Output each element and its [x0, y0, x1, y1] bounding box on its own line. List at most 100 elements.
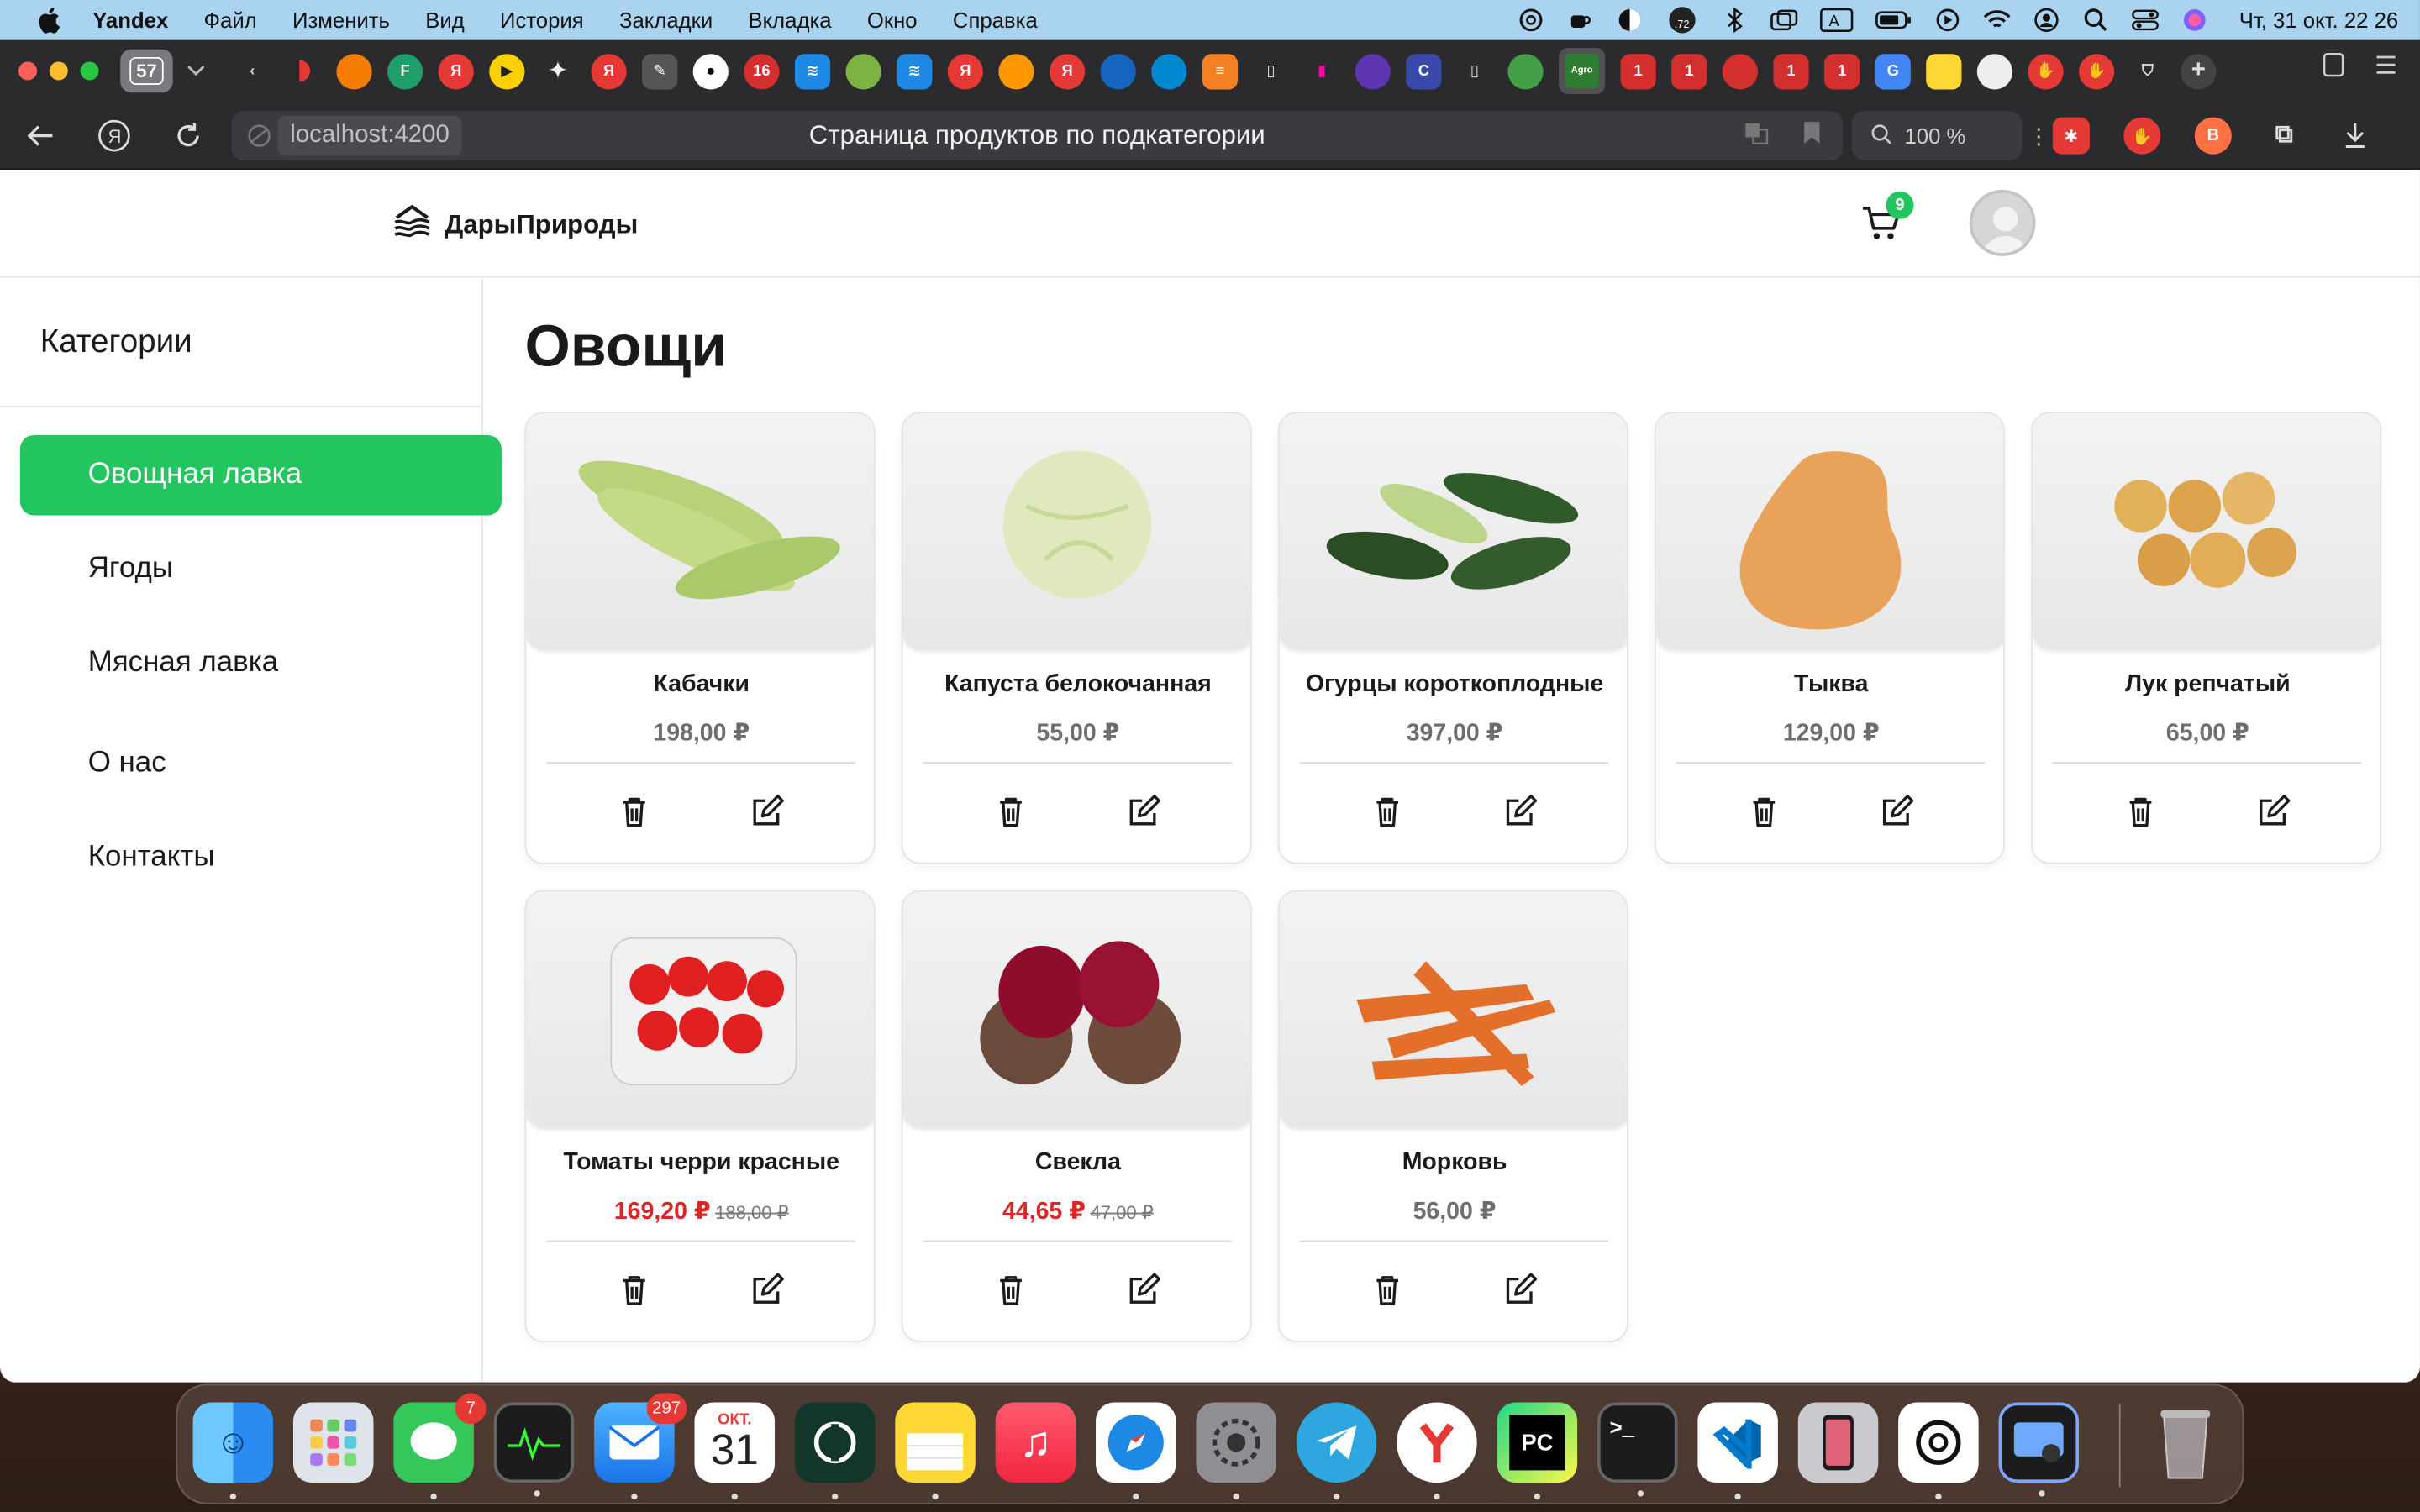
tab-count-button[interactable]: 57 [120, 49, 173, 93]
terminal-icon[interactable]: >_ [1597, 1402, 1678, 1497]
tab-favicon-green[interactable] [845, 53, 881, 89]
chatgpt-status-icon[interactable] [1517, 8, 1544, 32]
translate-icon[interactable] [1744, 119, 1769, 152]
wifi-icon[interactable] [1983, 8, 2011, 32]
tab-favicon-hand-2[interactable]: ✋ [2079, 53, 2115, 89]
tab-favicon-play[interactable]: ▶ [489, 53, 525, 89]
extension-hand-icon[interactable]: ✋ [2123, 117, 2161, 155]
launchpad-icon[interactable] [292, 1402, 374, 1483]
cpu-meter-icon[interactable]: .72 [1665, 7, 1698, 34]
tab-favicon-yandex-2[interactable]: Я [591, 53, 627, 89]
bookmark-icon[interactable] [1802, 119, 1821, 152]
product-card[interactable]: Томаты черри красные 169,20 ₽188,00 ₽ [524, 890, 876, 1342]
tab-favicon-pen[interactable]: ✎ [642, 53, 678, 89]
tab-favicon-lime[interactable] [1507, 53, 1544, 89]
edit-icon[interactable] [750, 795, 784, 828]
product-image-cucumbers[interactable] [1279, 413, 1627, 650]
coffee-status-icon[interactable] [1566, 8, 1594, 32]
menu-edit[interactable]: Изменить [292, 8, 390, 32]
tab-favicon-crown[interactable] [336, 53, 372, 89]
more-options-icon[interactable]: ⋮ [2028, 123, 2049, 149]
extension-bug-icon[interactable]: ✱ [2052, 117, 2090, 155]
tab-favicon-doc-2[interactable]: ▯ [1457, 53, 1492, 88]
perplexity-icon[interactable] [794, 1402, 876, 1500]
notes-icon[interactable] [895, 1402, 976, 1500]
tab-favicon-yandex-1[interactable]: Я [438, 53, 474, 89]
contrast-status-icon[interactable] [1616, 8, 1644, 32]
menu-app-name[interactable]: Yandex [92, 8, 168, 32]
zoom-window-button[interactable] [80, 61, 99, 81]
sidebar-item-about[interactable]: О нас [20, 723, 502, 804]
product-card[interactable]: Свекла 44,65 ₽47,00 ₽ [901, 890, 1252, 1342]
tab-favicon-sparkle[interactable]: ✦ [540, 53, 576, 88]
edit-icon[interactable] [1880, 795, 1914, 828]
tab-active-agro[interactable]: Agro [1559, 47, 1606, 95]
product-card[interactable]: Морковь 56,00 ₽ [1277, 890, 1628, 1342]
trash-icon[interactable] [1370, 1273, 1404, 1306]
control-center-icon[interactable] [2131, 8, 2159, 32]
edit-icon[interactable] [1127, 795, 1161, 828]
sidebar-menu-icon[interactable] [2374, 52, 2398, 85]
mail-icon[interactable]: 297 [594, 1393, 687, 1500]
tab-favicon-c[interactable]: C [1406, 53, 1442, 89]
product-name[interactable]: Томаты черри красные [526, 1149, 873, 1177]
tab-favicon-doc-1[interactable]: ▯ [1253, 53, 1288, 88]
trash-icon[interactable] [1747, 795, 1781, 828]
tab-favicon-image[interactable] [1926, 53, 1962, 89]
tab-favicon-orange[interactable] [998, 53, 1034, 89]
iphone-mirroring-icon[interactable] [1797, 1402, 1879, 1483]
edit-icon[interactable] [750, 1273, 784, 1306]
siri-icon[interactable] [2181, 8, 2208, 32]
product-name[interactable]: Тыква [1656, 671, 2003, 699]
product-card[interactable]: Тыква 129,00 ₽ [1654, 412, 2005, 864]
zoom-control[interactable]: 100 % ⋮ [1852, 111, 2049, 161]
screen-sharing-icon[interactable] [1998, 1402, 2080, 1497]
menu-tab[interactable]: Вкладка [748, 8, 831, 32]
sidebar-item-meat-shop[interactable]: Мясная лавка [20, 623, 502, 704]
product-name[interactable]: Морковь [1280, 1149, 1627, 1177]
now-playing-icon[interactable] [1933, 8, 1961, 32]
product-image-beetroot[interactable] [902, 891, 1250, 1128]
product-card[interactable]: Кабачки 198,00 ₽ [524, 412, 876, 864]
music-icon[interactable]: ♫ [995, 1402, 1076, 1483]
trash-icon[interactable] [994, 1273, 1028, 1306]
chatgpt-icon[interactable] [1898, 1402, 1979, 1500]
trash-icon[interactable] [2123, 795, 2157, 828]
menu-bookmarks[interactable]: Закладки [619, 8, 713, 32]
product-image-zucchini[interactable] [526, 413, 874, 650]
bluetooth-icon[interactable] [1721, 8, 1749, 33]
sidebar-item-vegetable-shop[interactable]: Овощная лавка [19, 434, 502, 516]
product-image-cabbage[interactable] [902, 413, 1250, 650]
trash-icon[interactable] [618, 1273, 651, 1306]
spotlight-search-icon[interactable] [2081, 8, 2109, 32]
menu-window[interactable]: Окно [867, 8, 918, 32]
menubar-clock[interactable]: Чт, 31 окт. 22 26 [2239, 8, 2399, 32]
minimize-window-button[interactable] [49, 61, 68, 81]
user-account-icon[interactable] [2033, 8, 2060, 33]
url-field[interactable]: localhost:4200 Страница продуктов по под… [231, 111, 1844, 161]
tab-favicon-badge-3[interactable]: 1 [1773, 53, 1809, 89]
product-image-pumpkin[interactable] [1655, 413, 2004, 650]
close-window-button[interactable] [18, 61, 38, 81]
telegram-icon[interactable] [1296, 1402, 1377, 1500]
tab-favicon-stack[interactable]: ≡ [1202, 53, 1239, 89]
tab-favicon-wifi-2[interactable]: ≋ [897, 53, 933, 89]
tab-favicon-yandex-4[interactable]: Я [1049, 53, 1086, 89]
product-name[interactable]: Кабачки [526, 671, 873, 699]
yandex-home-icon[interactable]: Я [96, 117, 133, 154]
edit-icon[interactable] [1503, 1273, 1538, 1306]
product-image-onions[interactable] [2032, 413, 2381, 650]
site-info-icon[interactable] [247, 123, 271, 156]
screen-mirror-icon[interactable] [1770, 8, 1797, 32]
edit-icon[interactable] [1127, 1273, 1161, 1306]
back-tabs-icon[interactable]: ‹ [234, 53, 270, 88]
product-card[interactable]: Огурцы короткоплодные 397,00 ₽ [1277, 412, 1628, 864]
calendar-icon[interactable]: ОКТ. 31 [694, 1402, 776, 1500]
tab-favicon-badge-4[interactable]: 1 [1823, 53, 1860, 89]
tab-favicon-car[interactable] [1722, 53, 1759, 89]
tab-favicon-badge-1[interactable]: 1 [1620, 53, 1656, 89]
menu-help[interactable]: Справка [953, 8, 1038, 32]
tab-favicon-shield[interactable]: ⛉ [2130, 53, 2165, 88]
product-image-cherry-tomatoes[interactable] [526, 891, 874, 1128]
trash-icon[interactable] [618, 795, 651, 828]
